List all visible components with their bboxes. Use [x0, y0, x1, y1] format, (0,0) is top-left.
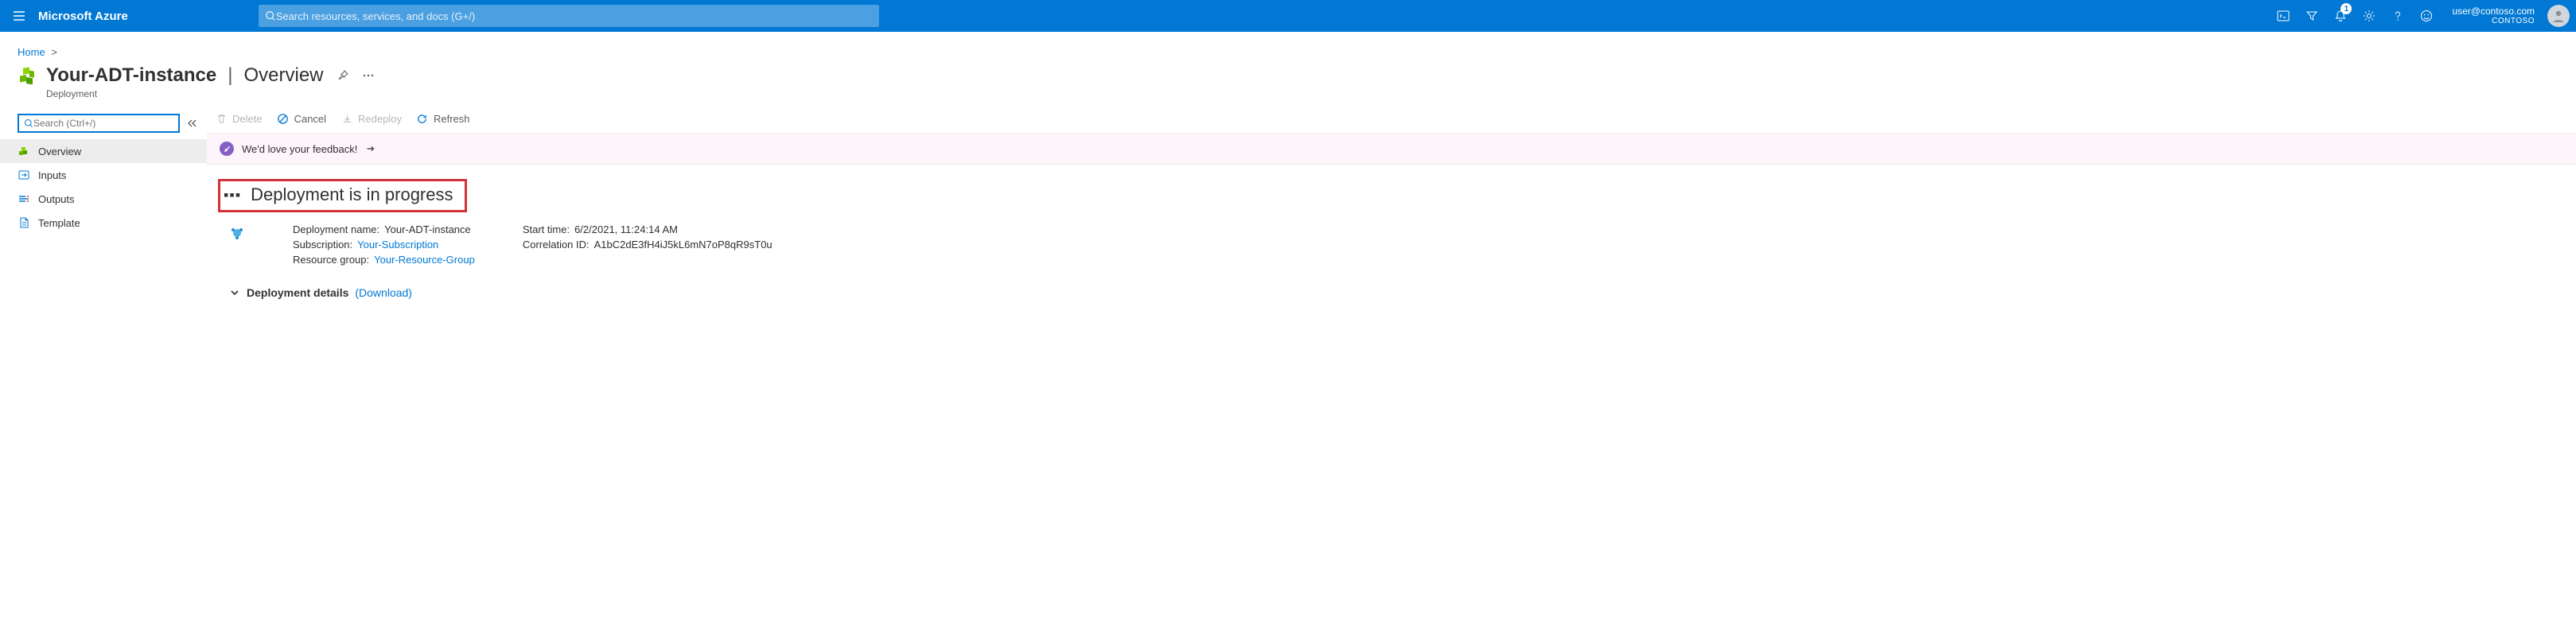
start-time-value: 6/2/2021, 11:24:14 AM: [574, 223, 678, 235]
cloud-shell-icon: [2276, 9, 2290, 23]
deployment-details-label: Deployment details: [247, 286, 348, 299]
deployment-meta: Deployment name: Your-ADT-instance Subsc…: [218, 212, 2565, 266]
more-icon: [362, 69, 375, 82]
start-time-label: Start time:: [523, 223, 570, 235]
title-separator: |: [224, 64, 235, 87]
subscription-link[interactable]: Your-Subscription: [357, 239, 438, 251]
command-bar: Delete Cancel Redeploy Refresh: [207, 107, 2576, 134]
account-email: user@contoso.com: [2452, 6, 2535, 17]
sidebar-item-overview[interactable]: Overview: [0, 139, 207, 163]
resource-group-link[interactable]: Your-Resource-Group: [374, 254, 475, 266]
cloud-shell-button[interactable]: [2271, 0, 2296, 32]
breadcrumb: Home >: [0, 32, 2576, 61]
trash-icon: [215, 112, 228, 125]
deployment-details-toggle[interactable]: Deployment details (Download): [218, 266, 2565, 299]
status-text: Deployment is in progress: [251, 184, 453, 205]
sidebar-item-label: Outputs: [38, 193, 75, 205]
resource-type-subtitle: Deployment: [0, 88, 2576, 107]
avatar[interactable]: [2547, 5, 2570, 27]
rocket-icon: [220, 142, 234, 156]
azure-brand[interactable]: Microsoft Azure: [38, 10, 147, 23]
azure-topbar: Microsoft Azure 1 user@contoso.com CONTO…: [0, 0, 2576, 32]
search-icon: [24, 118, 33, 128]
hamburger-icon: [12, 9, 26, 23]
double-chevron-left-icon: [186, 118, 197, 129]
settings-button[interactable]: [2356, 0, 2382, 32]
download-link[interactable]: (Download): [355, 286, 412, 299]
global-search-input[interactable]: [276, 10, 873, 22]
smiley-icon: [2419, 9, 2434, 23]
template-icon: [18, 216, 30, 229]
main-panel: Delete Cancel Redeploy Refresh We'd love…: [207, 107, 2576, 304]
topbar-actions: 1: [2271, 0, 2446, 32]
arrow-right-icon: [365, 143, 376, 154]
refresh-icon: [416, 112, 429, 125]
chevron-down-icon: [229, 287, 240, 298]
help-button[interactable]: [2385, 0, 2411, 32]
notifications-button[interactable]: 1: [2328, 0, 2353, 32]
inputs-icon: [18, 169, 30, 181]
person-icon: [2551, 8, 2566, 24]
redeploy-icon: [340, 112, 353, 125]
breadcrumb-home[interactable]: Home: [18, 46, 45, 58]
digital-twins-icon: [229, 223, 245, 266]
page-title-row: Your-ADT-instance | Overview: [0, 61, 2576, 88]
overview-icon: [18, 145, 30, 157]
gear-icon: [2362, 9, 2376, 23]
sidebar-search[interactable]: [18, 114, 180, 133]
feedback-bar[interactable]: We'd love your feedback!: [207, 134, 2576, 165]
hamburger-menu-button[interactable]: [0, 9, 38, 23]
cancel-icon: [277, 112, 290, 125]
account-info[interactable]: user@contoso.com CONTOSO: [2446, 6, 2541, 26]
sidebar-item-label: Template: [38, 217, 80, 229]
pin-icon: [337, 69, 349, 82]
global-search[interactable]: [259, 5, 879, 27]
outputs-icon: [18, 192, 30, 205]
sidebar-collapse-button[interactable]: [186, 118, 197, 129]
sidebar: Overview Inputs Outputs Template: [0, 107, 207, 304]
directory-filter-button[interactable]: [2299, 0, 2325, 32]
pin-button[interactable]: [332, 69, 349, 82]
sidebar-item-inputs[interactable]: Inputs: [0, 163, 207, 187]
sidebar-item-label: Overview: [38, 146, 81, 157]
refresh-button[interactable]: Refresh: [416, 112, 470, 125]
subscription-label: Subscription:: [293, 239, 352, 251]
feedback-button[interactable]: [2414, 0, 2439, 32]
sidebar-search-input[interactable]: [33, 118, 173, 129]
correlation-id-label: Correlation ID:: [523, 239, 590, 251]
correlation-id-value: A1bC2dE3fH4iJ5kL6mN7oP8qR9sT0u: [594, 239, 772, 251]
section-name: Overview: [243, 64, 323, 87]
filter-icon: [2305, 9, 2319, 23]
sidebar-item-outputs[interactable]: Outputs: [0, 187, 207, 211]
feedback-text: We'd love your feedback!: [242, 143, 357, 155]
resource-group-label: Resource group:: [293, 254, 369, 266]
resource-name: Your-ADT-instance: [46, 64, 216, 87]
breadcrumb-separator: >: [48, 46, 60, 58]
notification-badge: 1: [2341, 3, 2352, 14]
deployment-status-heading: ▪▪▪ Deployment is in progress: [218, 179, 467, 212]
deployment-name-value: Your-ADT-instance: [384, 223, 471, 235]
progress-dots-icon: ▪▪▪: [224, 187, 241, 204]
help-icon: [2391, 9, 2405, 23]
delete-button: Delete: [215, 112, 263, 125]
more-button[interactable]: [357, 69, 375, 82]
sidebar-item-label: Inputs: [38, 169, 66, 181]
deployment-name-label: Deployment name:: [293, 223, 379, 235]
deployment-resource-icon: [18, 65, 38, 86]
sidebar-item-template[interactable]: Template: [0, 211, 207, 235]
search-icon: [265, 10, 276, 21]
cancel-button[interactable]: Cancel: [277, 112, 326, 125]
redeploy-button: Redeploy: [340, 112, 402, 125]
tenant-name: CONTOSO: [2492, 17, 2535, 26]
